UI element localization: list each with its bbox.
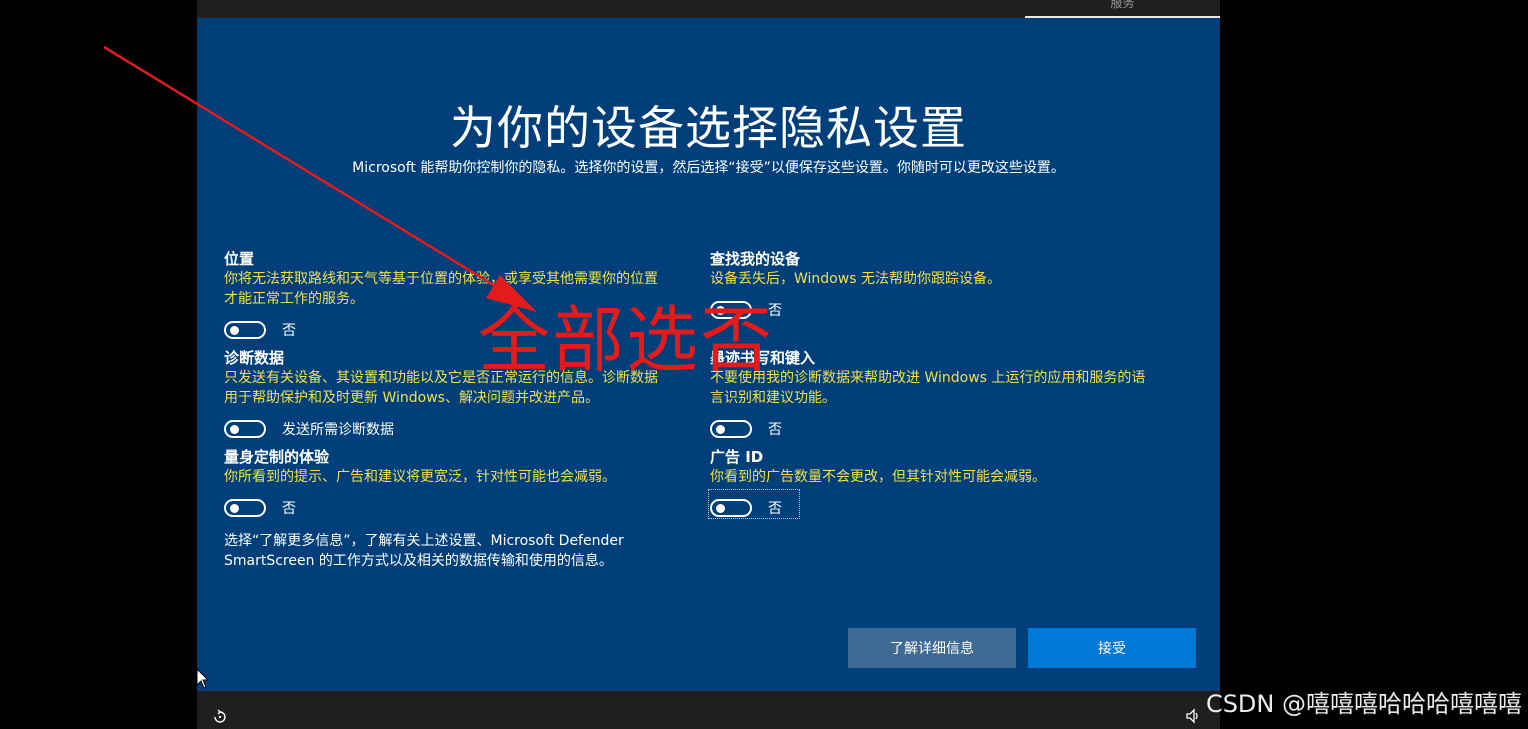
volume-icon[interactable] [1185, 708, 1201, 724]
watermark: CSDN @嘻嘻嘻哈哈哈嘻嘻嘻 [1205, 690, 1522, 718]
ease-of-access-icon[interactable] [212, 708, 228, 724]
annotation-label: 全部选否 [478, 298, 775, 382]
screen: 服务 为你的设备选择隐私设置 Microsoft 能帮助你控制你的隐私。选择你的… [0, 0, 1528, 729]
annotation-arrow-shaft [103, 45, 519, 302]
mouse-cursor-icon [196, 668, 210, 689]
